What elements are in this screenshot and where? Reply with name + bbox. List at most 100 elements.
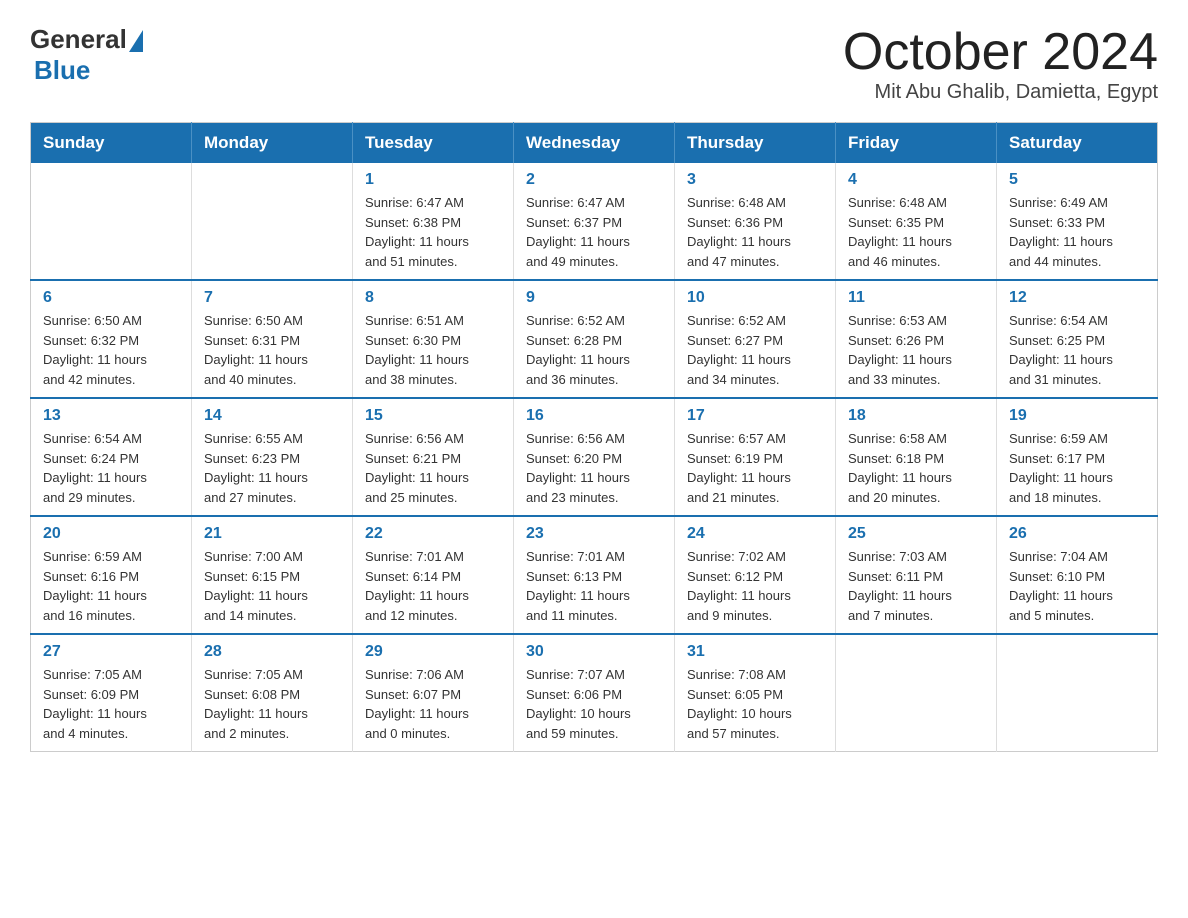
weekday-header-saturday: Saturday — [997, 123, 1158, 164]
day-number: 12 — [1009, 289, 1145, 307]
weekday-header-tuesday: Tuesday — [353, 123, 514, 164]
day-number: 7 — [204, 289, 340, 307]
calendar-cell: 30 Sunrise: 7:07 AM Sunset: 6:06 PM Dayli… — [514, 634, 675, 752]
day-info: Sunrise: 6:54 AM Sunset: 6:25 PM Dayligh… — [1009, 311, 1145, 389]
day-number: 14 — [204, 407, 340, 425]
day-number: 4 — [848, 171, 984, 189]
day-number: 5 — [1009, 171, 1145, 189]
week-row-3: 13Sunrise: 6:54 AM Sunset: 6:24 PM Dayli… — [31, 398, 1158, 516]
calendar-cell: 2Sunrise: 6:47 AM Sunset: 6:37 PM Daylig… — [514, 163, 675, 280]
calendar-cell: 3 Sunrise: 6:48 AM Sunset: 6:36 PM Daylig… — [675, 163, 836, 280]
day-info: Sunrise: 7:03 AM Sunset: 6:11 PM Dayligh… — [848, 547, 984, 625]
day-info: Sunrise: 7:06 AM Sunset: 6:07 PM Dayligh… — [365, 665, 501, 743]
day-number: 8 — [365, 289, 501, 307]
calendar-cell: 11 Sunrise: 6:53 AM Sunset: 6:26 PM Dayli… — [836, 280, 997, 398]
day-info: Sunrise: 7:00 AM Sunset: 6:15 PM Dayligh… — [204, 547, 340, 625]
day-info: Sunrise: 7:01 AM Sunset: 6:13 PM Dayligh… — [526, 547, 662, 625]
day-number: 29 — [365, 643, 501, 661]
day-info: Sunrise: 6:56 AM Sunset: 6:20 PM Dayligh… — [526, 429, 662, 507]
day-number: 11 — [848, 289, 984, 307]
logo: General Blue — [30, 24, 143, 86]
day-info: Sunrise: 6:50 AM Sunset: 6:32 PM Dayligh… — [43, 311, 179, 389]
week-row-2: 6 Sunrise: 6:50 AM Sunset: 6:32 PM Daylig… — [31, 280, 1158, 398]
day-number: 3 — [687, 171, 823, 189]
day-info: Sunrise: 6:58 AM Sunset: 6:18 PM Dayligh… — [848, 429, 984, 507]
calendar-cell: 18Sunrise: 6:58 AM Sunset: 6:18 PM Dayli… — [836, 398, 997, 516]
calendar-cell: 19 Sunrise: 6:59 AM Sunset: 6:17 PM Dayli… — [997, 398, 1158, 516]
calendar-cell: 5 Sunrise: 6:49 AM Sunset: 6:33 PM Daylig… — [997, 163, 1158, 280]
week-row-5: 27Sunrise: 7:05 AM Sunset: 6:09 PM Dayli… — [31, 634, 1158, 752]
calendar-cell: 16 Sunrise: 6:56 AM Sunset: 6:20 PM Dayli… — [514, 398, 675, 516]
weekday-header-thursday: Thursday — [675, 123, 836, 164]
calendar-cell: 6 Sunrise: 6:50 AM Sunset: 6:32 PM Daylig… — [31, 280, 192, 398]
day-info: Sunrise: 6:52 AM Sunset: 6:28 PM Dayligh… — [526, 311, 662, 389]
calendar-cell: 23Sunrise: 7:01 AM Sunset: 6:13 PM Dayli… — [514, 516, 675, 634]
logo-general-text: General — [30, 24, 127, 55]
weekday-header-wednesday: Wednesday — [514, 123, 675, 164]
day-info: Sunrise: 6:51 AM Sunset: 6:30 PM Dayligh… — [365, 311, 501, 389]
calendar-table: SundayMondayTuesdayWednesdayThursdayFrid… — [30, 122, 1158, 752]
day-number: 19 — [1009, 407, 1145, 425]
day-number: 25 — [848, 525, 984, 543]
calendar-cell: 25 Sunrise: 7:03 AM Sunset: 6:11 PM Dayli… — [836, 516, 997, 634]
day-info: Sunrise: 7:02 AM Sunset: 6:12 PM Dayligh… — [687, 547, 823, 625]
day-info: Sunrise: 7:04 AM Sunset: 6:10 PM Dayligh… — [1009, 547, 1145, 625]
day-number: 9 — [526, 289, 662, 307]
day-number: 1 — [365, 171, 501, 189]
day-info: Sunrise: 6:59 AM Sunset: 6:17 PM Dayligh… — [1009, 429, 1145, 507]
calendar-cell: 9 Sunrise: 6:52 AM Sunset: 6:28 PM Daylig… — [514, 280, 675, 398]
calendar-cell: 13Sunrise: 6:54 AM Sunset: 6:24 PM Dayli… — [31, 398, 192, 516]
day-number: 28 — [204, 643, 340, 661]
logo-triangle-icon — [129, 30, 143, 52]
calendar-cell: 28 Sunrise: 7:05 AM Sunset: 6:08 PM Dayli… — [192, 634, 353, 752]
day-number: 16 — [526, 407, 662, 425]
day-number: 6 — [43, 289, 179, 307]
day-info: Sunrise: 6:47 AM Sunset: 6:38 PM Dayligh… — [365, 193, 501, 271]
week-row-4: 20 Sunrise: 6:59 AM Sunset: 6:16 PM Dayli… — [31, 516, 1158, 634]
calendar-cell: 21 Sunrise: 7:00 AM Sunset: 6:15 PM Dayli… — [192, 516, 353, 634]
calendar-cell: 14 Sunrise: 6:55 AM Sunset: 6:23 PM Dayli… — [192, 398, 353, 516]
calendar-cell — [836, 634, 997, 752]
day-number: 2 — [526, 171, 662, 189]
day-info: Sunrise: 7:05 AM Sunset: 6:08 PM Dayligh… — [204, 665, 340, 743]
day-number: 20 — [43, 525, 179, 543]
day-number: 10 — [687, 289, 823, 307]
day-info: Sunrise: 6:50 AM Sunset: 6:31 PM Dayligh… — [204, 311, 340, 389]
calendar-cell: 29 Sunrise: 7:06 AM Sunset: 6:07 PM Dayli… — [353, 634, 514, 752]
day-number: 31 — [687, 643, 823, 661]
title-area: October 2024 Mit Abu Ghalib, Damietta, E… — [843, 24, 1158, 104]
calendar-cell: 8 Sunrise: 6:51 AM Sunset: 6:30 PM Daylig… — [353, 280, 514, 398]
day-info: Sunrise: 6:53 AM Sunset: 6:26 PM Dayligh… — [848, 311, 984, 389]
day-info: Sunrise: 7:07 AM Sunset: 6:06 PM Dayligh… — [526, 665, 662, 743]
day-number: 22 — [365, 525, 501, 543]
calendar-cell: 17 Sunrise: 6:57 AM Sunset: 6:19 PM Dayli… — [675, 398, 836, 516]
calendar-cell: 22Sunrise: 7:01 AM Sunset: 6:14 PM Dayli… — [353, 516, 514, 634]
calendar-cell: 31 Sunrise: 7:08 AM Sunset: 6:05 PM Dayli… — [675, 634, 836, 752]
day-number: 30 — [526, 643, 662, 661]
calendar-cell: 15Sunrise: 6:56 AM Sunset: 6:21 PM Dayli… — [353, 398, 514, 516]
day-info: Sunrise: 6:57 AM Sunset: 6:19 PM Dayligh… — [687, 429, 823, 507]
calendar-cell — [997, 634, 1158, 752]
day-number: 17 — [687, 407, 823, 425]
day-info: Sunrise: 6:52 AM Sunset: 6:27 PM Dayligh… — [687, 311, 823, 389]
calendar-cell — [192, 163, 353, 280]
day-number: 21 — [204, 525, 340, 543]
day-info: Sunrise: 6:59 AM Sunset: 6:16 PM Dayligh… — [43, 547, 179, 625]
week-row-1: 1 Sunrise: 6:47 AM Sunset: 6:38 PM Daylig… — [31, 163, 1158, 280]
day-info: Sunrise: 6:49 AM Sunset: 6:33 PM Dayligh… — [1009, 193, 1145, 271]
day-number: 13 — [43, 407, 179, 425]
calendar-cell: 4 Sunrise: 6:48 AM Sunset: 6:35 PM Daylig… — [836, 163, 997, 280]
calendar-cell: 1 Sunrise: 6:47 AM Sunset: 6:38 PM Daylig… — [353, 163, 514, 280]
day-info: Sunrise: 6:48 AM Sunset: 6:36 PM Dayligh… — [687, 193, 823, 271]
day-number: 26 — [1009, 525, 1145, 543]
day-info: Sunrise: 7:08 AM Sunset: 6:05 PM Dayligh… — [687, 665, 823, 743]
calendar-cell: 10 Sunrise: 6:52 AM Sunset: 6:27 PM Dayli… — [675, 280, 836, 398]
day-info: Sunrise: 6:55 AM Sunset: 6:23 PM Dayligh… — [204, 429, 340, 507]
weekday-header-monday: Monday — [192, 123, 353, 164]
calendar-cell: 12 Sunrise: 6:54 AM Sunset: 6:25 PM Dayli… — [997, 280, 1158, 398]
header: General Blue October 2024 Mit Abu Ghalib… — [30, 24, 1158, 104]
weekday-header-friday: Friday — [836, 123, 997, 164]
calendar-cell: 20 Sunrise: 6:59 AM Sunset: 6:16 PM Dayli… — [31, 516, 192, 634]
day-info: Sunrise: 6:48 AM Sunset: 6:35 PM Dayligh… — [848, 193, 984, 271]
day-info: Sunrise: 7:05 AM Sunset: 6:09 PM Dayligh… — [43, 665, 179, 743]
